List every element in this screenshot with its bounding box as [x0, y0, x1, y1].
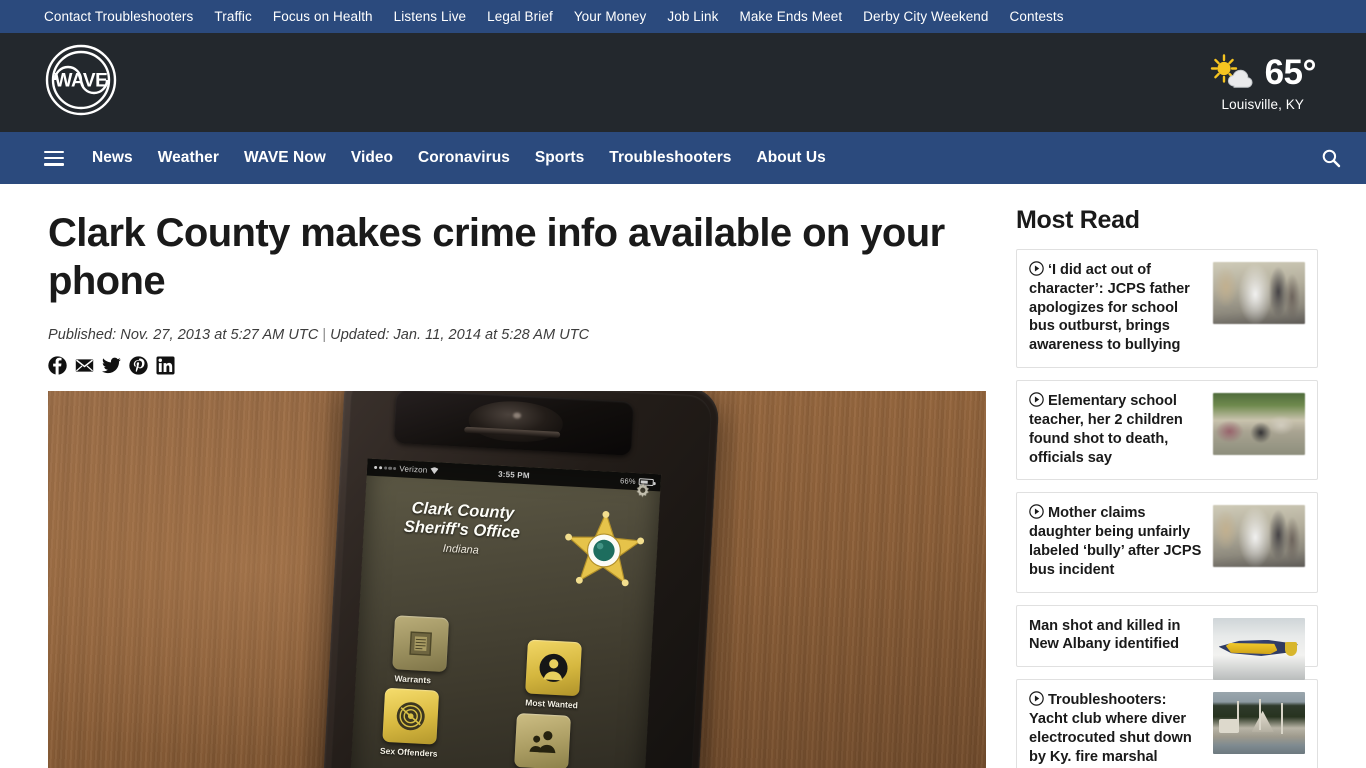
most-read-item-3[interactable]: Man shot and killed in New Albany identi… [1016, 604, 1318, 680]
silhouette-icon [539, 653, 568, 682]
header-logo-band: WAVE 65° Louisville, KY [0, 33, 1366, 132]
utility-link-2[interactable]: Focus on Health [273, 9, 373, 24]
most-read-item-1[interactable]: Elementary school teacher, her 2 childre… [1016, 380, 1318, 481]
most-read-list: ‘I did act out of character’: JCPS fathe… [1016, 249, 1318, 768]
utility-bar: Contact Troubleshooters Traffic Focus on H… [0, 0, 1366, 33]
main-navigation: News Weather WAVE Now Video Coronavirus Sport… [0, 132, 1366, 184]
nav-item-about-us[interactable]: About Us [756, 149, 825, 167]
twitter-icon[interactable] [102, 356, 121, 375]
family-icon [529, 730, 556, 753]
sun-behind-cloud-icon [1210, 53, 1253, 88]
utility-link-8[interactable]: Derby City Weekend [863, 9, 988, 24]
utility-link-6[interactable]: Job Link [667, 9, 718, 24]
utility-link-3[interactable]: Listens Live [394, 9, 467, 24]
nav-item-news[interactable]: News [92, 149, 133, 167]
utility-link-9[interactable]: Contests [1010, 9, 1064, 24]
nav-item-weather[interactable]: Weather [158, 149, 219, 167]
article-hero-image: Verizon 3:55 PM 66% Clark County Sheriff… [48, 390, 986, 768]
most-read-thumbnail [1213, 505, 1305, 568]
email-icon[interactable] [75, 356, 94, 375]
app-tile-sex-offenders[interactable] [382, 687, 440, 745]
updated-date: Updated: Jan. 11, 2014 at 5:28 AM UTC [330, 326, 590, 343]
most-read-sidebar: Most Read ‘I did act out of character’: … [1016, 184, 1318, 768]
article-column: Clark County makes crime info available … [48, 184, 986, 768]
published-date: Published: Nov. 27, 2013 at 5:27 AM UTC [48, 326, 319, 343]
nav-item-wave-now[interactable]: WAVE Now [244, 149, 326, 167]
sidebar-title: Most Read [1016, 206, 1140, 234]
wave-circle-logo: WAVE [45, 44, 117, 116]
most-read-item-0[interactable]: ‘I did act out of character’: JCPS fathe… [1016, 249, 1318, 369]
nav-item-sports[interactable]: Sports [535, 149, 584, 167]
app-tile-child-support[interactable] [514, 712, 571, 768]
app-tile-warrants[interactable] [392, 615, 450, 672]
hamburger-menu-icon[interactable] [44, 150, 64, 166]
byline-separator: | [322, 326, 327, 343]
play-circle-icon [1029, 261, 1044, 276]
document-icon [409, 631, 432, 656]
utility-link-5[interactable]: Your Money [574, 9, 647, 24]
play-circle-icon [1029, 392, 1044, 407]
linkedin-icon[interactable] [156, 356, 175, 375]
utility-link-4[interactable]: Legal Brief [487, 9, 553, 24]
svg-text:WAVE: WAVE [55, 71, 108, 92]
nav-item-video[interactable]: Video [351, 149, 393, 167]
share-row [48, 356, 986, 375]
wave-logo-link[interactable]: WAVE [44, 43, 118, 122]
weather-temperature: 65° [1264, 53, 1317, 92]
most-read-thumbnail [1213, 393, 1305, 456]
nav-item-troubleshooters[interactable]: Troubleshooters [609, 149, 731, 167]
weather-location: Louisville, KY [1221, 96, 1304, 112]
app-tile-label-sex-offenders: Sex Offenders [379, 745, 438, 759]
most-read-thumbnail [1213, 617, 1305, 680]
page-body: Clark County makes crime info available … [0, 184, 1366, 768]
app-tile-label-warrants: Warrants [394, 673, 432, 686]
pinterest-icon[interactable] [129, 356, 148, 375]
most-read-item-4[interactable]: Troubleshooters: Yacht club where diver … [1016, 679, 1318, 768]
weather-widget[interactable]: 65° Louisville, KY [1210, 53, 1338, 112]
sheriff-star-badge [565, 510, 645, 587]
nav-item-coronavirus[interactable]: Coronavirus [418, 149, 510, 167]
search-icon [1322, 149, 1341, 168]
smartphone-in-case: Verizon 3:55 PM 66% Clark County Sheriff… [321, 390, 720, 768]
most-read-item-2[interactable]: Mother claims daughter being unfairly la… [1016, 492, 1318, 593]
utility-link-0[interactable]: Contact Troubleshooters [44, 9, 193, 24]
play-circle-icon [1029, 691, 1044, 706]
app-title: Clark County Sheriff's Office [403, 498, 521, 542]
gear-icon[interactable] [632, 481, 654, 503]
app-tile-label-most-wanted: Most Wanted [525, 697, 579, 711]
phone-screen: Verizon 3:55 PM 66% Clark County Sheriff… [349, 458, 662, 768]
utility-link-1[interactable]: Traffic [214, 9, 251, 24]
most-read-thumbnail [1213, 692, 1305, 755]
app-tile-most-wanted[interactable] [525, 639, 582, 697]
search-button[interactable] [1318, 145, 1344, 171]
nav-link-list: News Weather WAVE Now Video Coronavirus Sport… [92, 149, 851, 167]
byline: Published: Nov. 27, 2013 at 5:27 AM UTC |… [48, 327, 986, 343]
play-circle-icon [1029, 504, 1044, 520]
facebook-icon[interactable] [48, 356, 67, 375]
utility-link-7[interactable]: Make Ends Meet [739, 9, 842, 24]
radar-icon [396, 702, 425, 731]
page-title: Clark County makes crime info available … [48, 211, 945, 304]
most-read-thumbnail [1213, 262, 1305, 324]
